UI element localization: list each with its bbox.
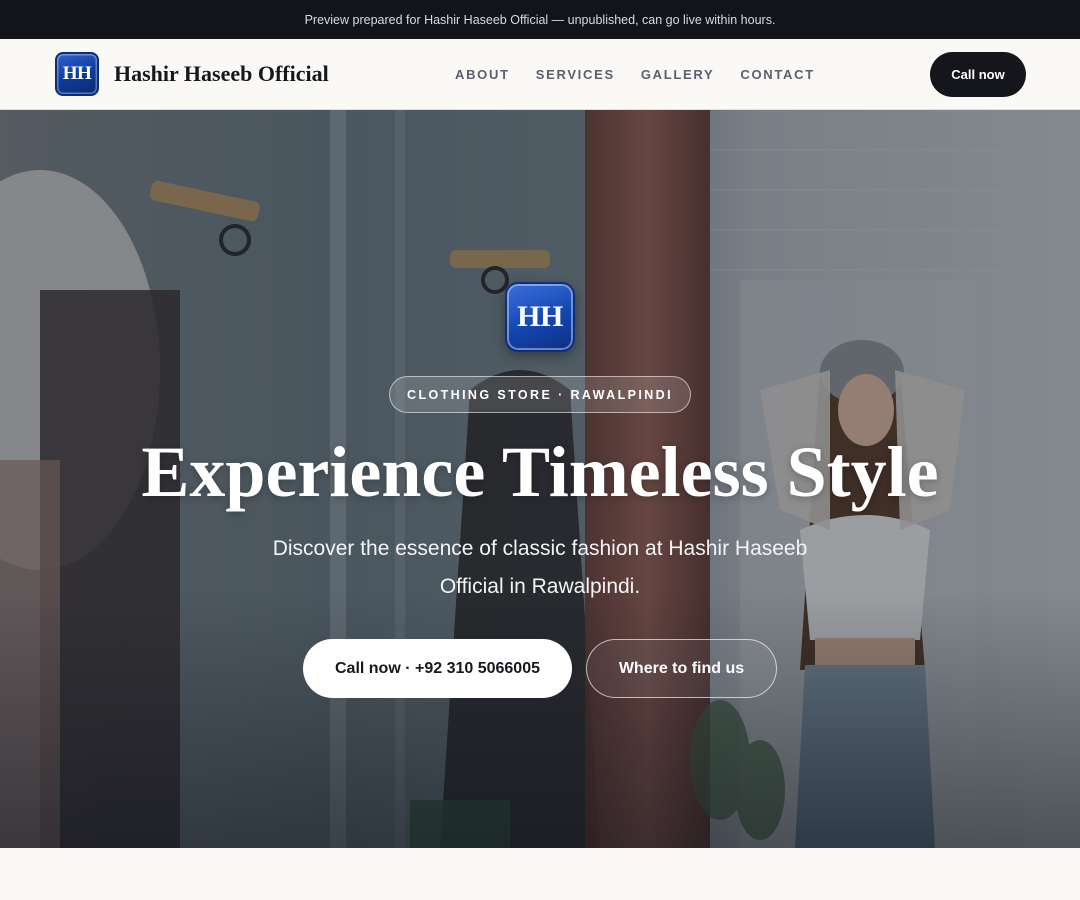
preview-banner: Preview prepared for Hashir Haseeb Offic… xyxy=(0,0,1080,39)
hero-location-button[interactable]: Where to find us xyxy=(586,639,777,698)
brand-name: Hashir Haseeb Official xyxy=(114,61,329,86)
brand-home-link[interactable]: HH Hashir Haseeb Official xyxy=(55,52,329,96)
brand-logo-icon: HH xyxy=(55,52,99,96)
nav-link-about[interactable]: ABOUT xyxy=(455,67,510,82)
hero-bottom-gradient xyxy=(0,588,1080,848)
hero-logo-icon: HH xyxy=(505,282,575,352)
hero-logo-initials: HH xyxy=(517,300,563,333)
nav-call-button[interactable]: Call now xyxy=(930,52,1026,97)
hero-subtitle: Discover the essence of classic fashion … xyxy=(272,537,808,598)
nav-link-services[interactable]: SERVICES xyxy=(536,67,615,82)
main-menu: ABOUT SERVICES GALLERY CONTACT xyxy=(455,39,841,109)
preview-banner-text: Preview prepared for Hashir Haseeb Offic… xyxy=(304,12,776,27)
hero-title: Experience Timeless Style xyxy=(141,432,939,512)
nav-link-gallery[interactable]: GALLERY xyxy=(641,67,715,82)
hero-section: HH CLOTHING STORE · RAWALPINDI Experienc… xyxy=(0,110,1080,848)
hero-category-tag: CLOTHING STORE · RAWALPINDI xyxy=(389,376,691,413)
site-header: HH Hashir Haseeb Official ABOUT SERVICES… xyxy=(0,39,1080,110)
hero-call-button[interactable]: Call now · +92 310 5066005 xyxy=(303,639,572,698)
nav-link-contact[interactable]: CONTACT xyxy=(740,67,814,82)
brand-logo-initials: HH xyxy=(62,63,92,84)
